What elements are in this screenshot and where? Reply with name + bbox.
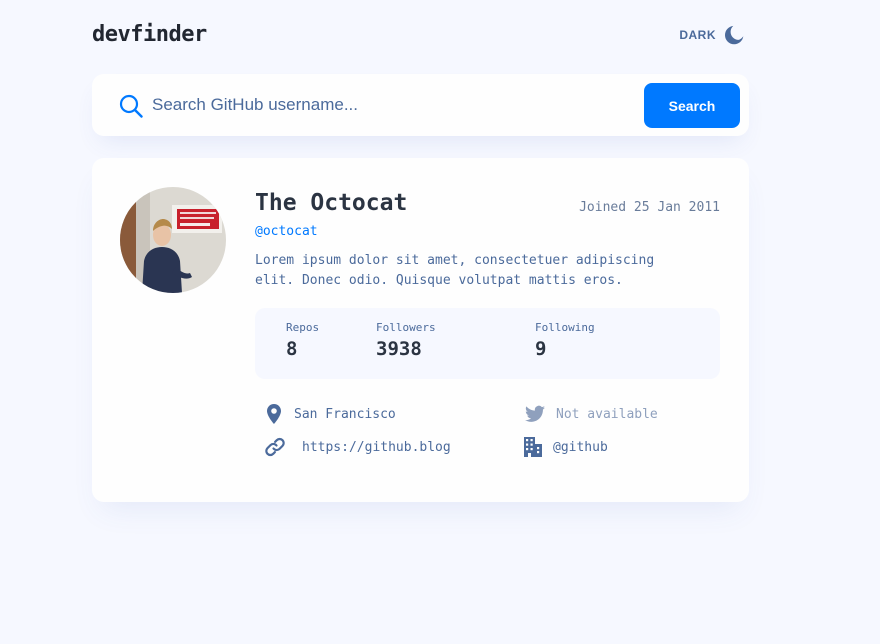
- stats-panel: Repos 8 Followers 3938 Following 9: [255, 308, 720, 379]
- location-item: San Francisco: [265, 404, 396, 424]
- stat-repos: Repos 8: [286, 321, 319, 360]
- location-pin-icon: [267, 404, 281, 424]
- website-link[interactable]: https://github.blog: [302, 440, 451, 455]
- theme-toggle-button[interactable]: DARK: [679, 25, 744, 45]
- stat-label: Followers: [376, 321, 436, 334]
- stat-label: Repos: [286, 321, 320, 334]
- app-logo: devfinder: [92, 22, 207, 47]
- twitter-item: Not available: [525, 404, 658, 424]
- header: devfinder DARK: [92, 22, 744, 50]
- moon-icon: [725, 25, 744, 45]
- building-icon: [524, 437, 542, 457]
- company-text: @github: [553, 439, 608, 455]
- company-item[interactable]: @github: [524, 437, 608, 457]
- search-input[interactable]: [152, 90, 632, 120]
- search-bar: Search: [92, 74, 749, 136]
- stat-followers: Followers 3938: [376, 321, 436, 360]
- search-button[interactable]: Search: [644, 83, 740, 128]
- profile-name: The Octocat: [255, 190, 408, 216]
- profile-card: The Octocat Joined 25 Jan 2011 @octocat …: [92, 158, 749, 502]
- stat-following: Following 9: [535, 321, 595, 360]
- stat-value: 3938: [376, 338, 422, 360]
- profile-bio: Lorem ipsum dolor sit amet, consectetuer…: [255, 253, 655, 288]
- stat-value: 9: [535, 338, 547, 360]
- link-icon: [265, 437, 285, 457]
- twitter-text: Not available: [556, 406, 658, 422]
- theme-toggle-label: DARK: [679, 28, 716, 42]
- stat-label: Following: [535, 321, 595, 334]
- twitter-icon: [525, 405, 545, 422]
- profile-handle-link[interactable]: @octocat: [255, 224, 318, 239]
- stat-value: 8: [286, 338, 298, 360]
- joined-date: Joined 25 Jan 2011: [579, 200, 720, 215]
- website-item[interactable]: https://github.blog: [265, 437, 451, 457]
- search-icon: [119, 94, 143, 118]
- location-text: San Francisco: [294, 406, 396, 422]
- avatar: [120, 187, 226, 293]
